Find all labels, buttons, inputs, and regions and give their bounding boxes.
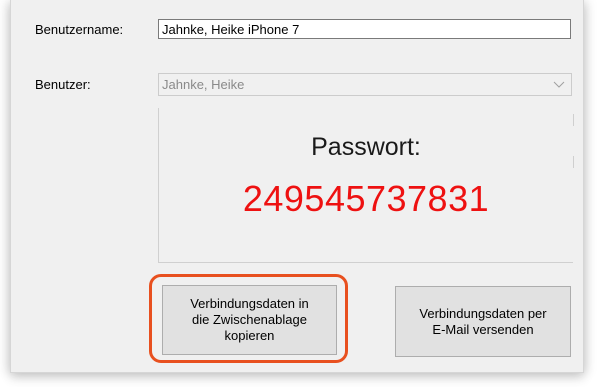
dialog-panel: Benutzername: Benutzer: Jahnke, Heike Pa… [10,0,584,373]
mail-button-line-2: E-Mail versenden [432,321,534,337]
copy-button-line-3: kopieren [224,328,275,343]
username-field[interactable] [158,19,571,39]
user-label: Benutzer: [35,77,91,92]
copy-button-line-2: die Zwischenablage [192,312,307,327]
divider [573,114,574,126]
copy-to-clipboard-button[interactable]: Verbindungsdaten in die Zwischenablage k… [162,285,337,355]
copy-button-line-1: Verbindungsdaten in [190,296,309,311]
username-label: Benutzername: [35,22,124,37]
password-title: Passwort: [311,133,421,161]
user-select-value: Jahnke, Heike [162,77,245,92]
password-value: 249545737831 [242,178,490,219]
mail-button-line-1: Verbindungsdaten per [419,305,547,321]
send-email-button[interactable]: Verbindungsdaten per E-Mail versenden [395,286,571,357]
password-display: Passwort: 249545737831 [158,108,574,263]
divider [573,156,574,168]
chevron-down-icon [553,81,565,88]
user-select[interactable]: Jahnke, Heike [158,73,572,96]
